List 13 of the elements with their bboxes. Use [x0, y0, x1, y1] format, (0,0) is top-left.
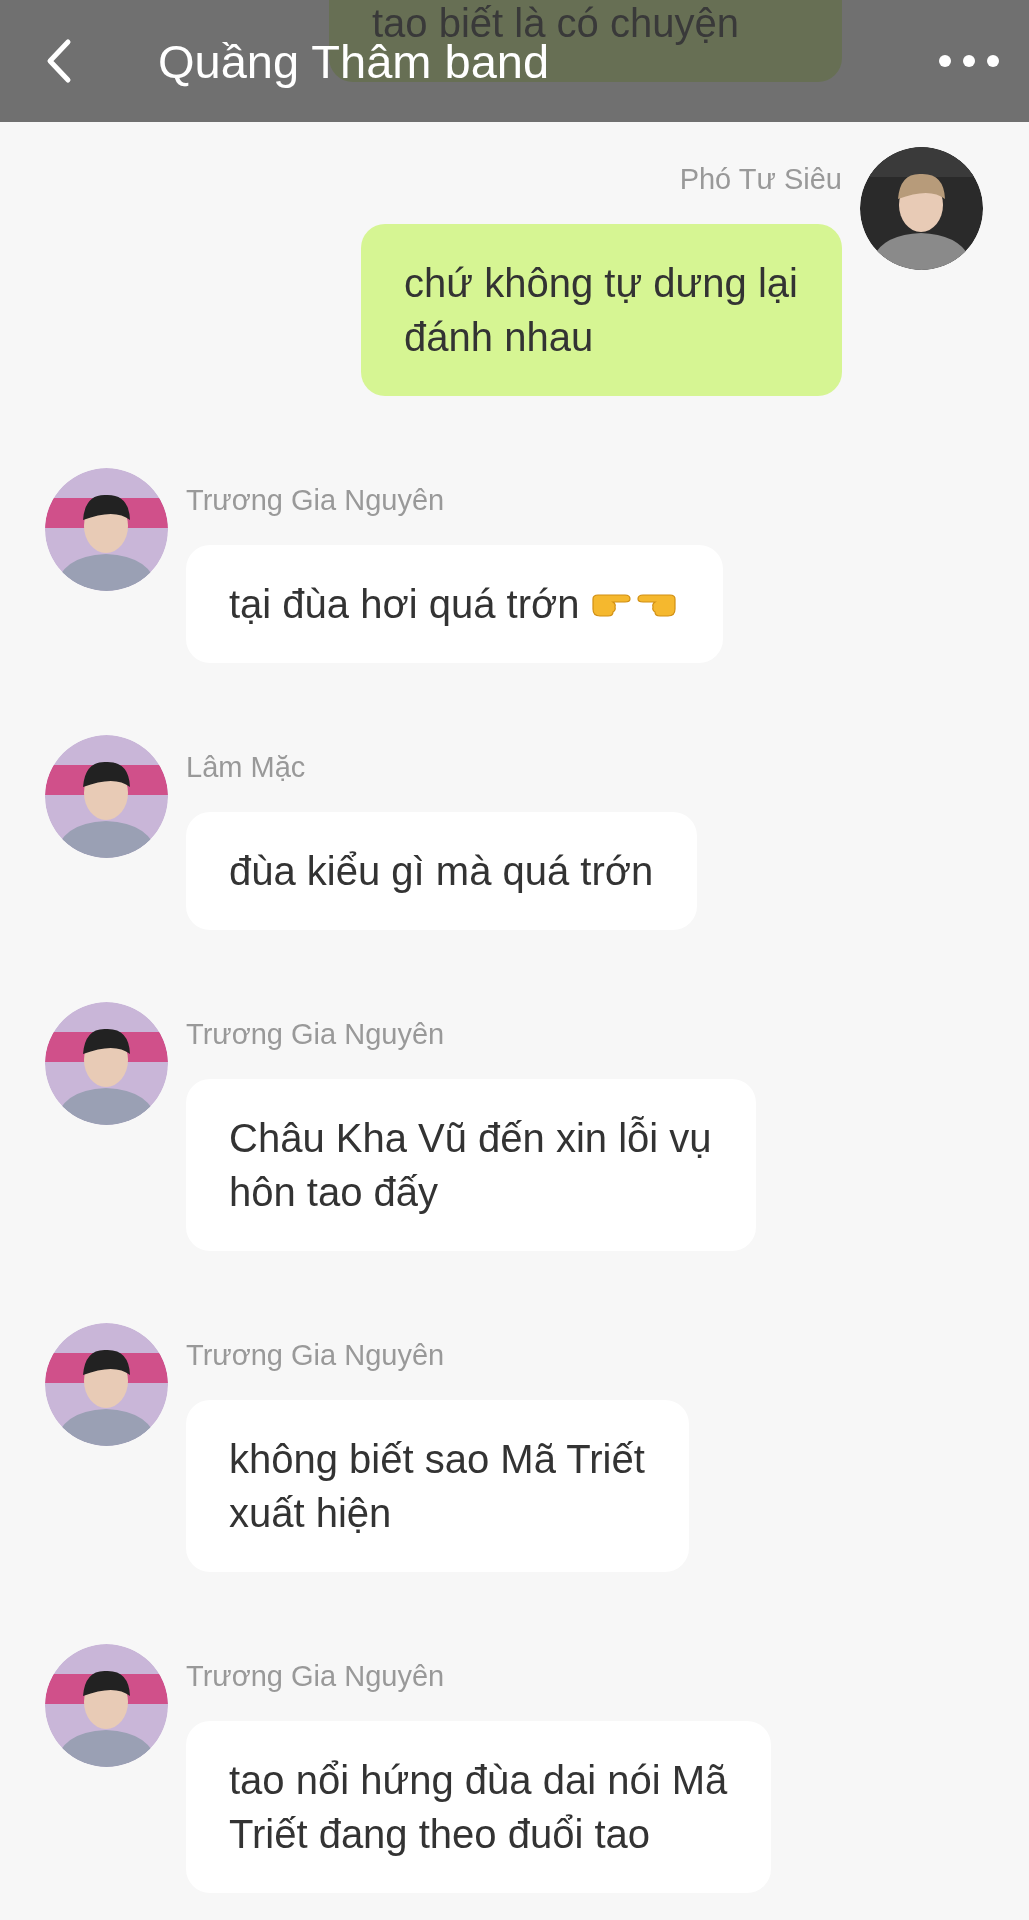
message-text: tại đùa hơi quá trớn [229, 581, 580, 628]
more-options-button[interactable] [937, 53, 1001, 69]
sender-name: Trương Gia Nguyên [186, 1017, 445, 1052]
sender-name: Trương Gia Nguyên [186, 483, 445, 518]
message-text: không biết sao Mã Triết xuất hiện [229, 1436, 645, 1537]
sender-name: Lâm Mặc [186, 750, 306, 785]
sender-name: Trương Gia Nguyên [186, 1338, 445, 1373]
message-text: đùa kiểu gì mà quá trớn [229, 848, 654, 895]
sender-name: Trương Gia Nguyên [186, 1659, 445, 1694]
message-text: chứ không tự dưng lại đánh nhau [404, 260, 798, 361]
message-text: Châu Kha Vũ đến xin lỗi vụ hôn tao đấy [229, 1115, 712, 1216]
message-text: tao nổi hứng đùa dai nói Mã Triết đang theo đuổi tao [229, 1757, 728, 1858]
sender-name: Phó Tư Siêu [679, 162, 842, 197]
